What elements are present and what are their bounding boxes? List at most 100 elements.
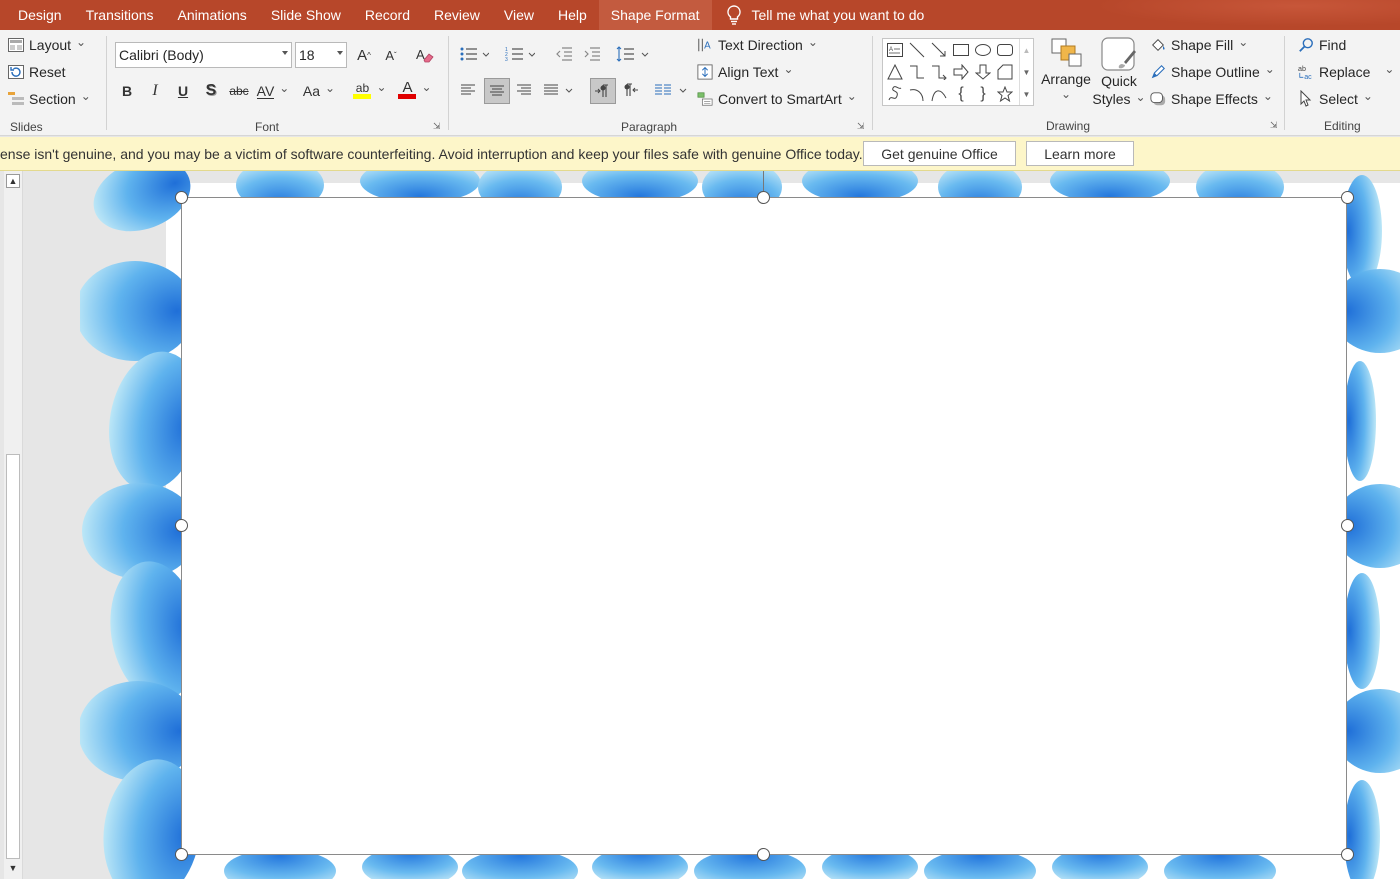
text-direction-button[interactable]: A Text Direction [697,37,818,53]
rounded-rectangle-shape-icon[interactable] [995,40,1015,60]
clear-formatting-button[interactable]: A [413,43,437,67]
tell-me-search[interactable]: Tell me what you want to do [726,0,924,30]
decrease-indent-icon [556,47,572,61]
increase-indent-button[interactable] [581,43,603,65]
scroll-down-arrow-icon[interactable]: ▼ [6,861,20,875]
resize-handle-top-right[interactable] [1341,191,1354,204]
align-center-icon [490,85,504,96]
scrollbar-thumb[interactable] [6,454,20,859]
resize-handle-top-left[interactable] [175,191,188,204]
shrink-font-button[interactable]: Aˇ [380,43,402,67]
grow-font-icon: A [357,46,368,64]
get-genuine-office-button[interactable]: Get genuine Office [863,141,1016,166]
tab-review[interactable]: Review [422,0,492,30]
shapes-gallery[interactable]: A { } ▲ ▼ ▼ [882,38,1034,106]
tab-animations[interactable]: Animations [166,0,259,30]
ribbon: Layout Reset Section Slides Calibri (Bod… [0,30,1400,136]
gallery-more-icon[interactable]: ▼ [1019,83,1033,105]
drawing-dialog-launcher-icon[interactable] [1270,120,1280,130]
oval-shape-icon[interactable] [973,40,993,60]
tab-view[interactable]: View [492,0,546,30]
slides-group-label: Slides [10,120,43,134]
section-button[interactable]: Section [8,91,91,107]
grow-font-button[interactable]: A ^ [353,43,375,67]
align-text-button[interactable]: Align Text [697,64,794,80]
scroll-up-arrow-icon[interactable]: ▲ [6,174,20,188]
line-shape-icon[interactable] [907,40,927,60]
character-spacing-button[interactable]: AV [255,79,291,103]
underline-button[interactable]: U [173,79,193,103]
arrow-line-shape-icon[interactable] [929,40,949,60]
change-case-button[interactable]: Aa [301,79,337,103]
gallery-scroll-up-icon[interactable]: ▲ [1019,39,1033,61]
triangle-shape-icon[interactable] [885,62,905,82]
ribbon-tab-bar: Design Transitions Animations Slide Show… [0,0,1400,30]
find-button[interactable]: Find [1298,37,1346,53]
shape-outline-button[interactable]: Shape Outline [1150,64,1275,80]
left-brace-shape-icon[interactable]: { [951,84,971,104]
font-name-dropdown[interactable]: Calibri (Body) [115,42,292,68]
right-to-left-button[interactable] [619,79,641,101]
reset-button[interactable]: Reset [8,64,66,80]
text-shadow-button[interactable]: S [201,79,221,103]
tab-design[interactable]: Design [0,0,74,30]
star-shape-icon[interactable] [995,84,1015,104]
resize-handle-left[interactable] [175,519,188,532]
learn-more-button[interactable]: Learn more [1026,141,1134,166]
text-box-shape-icon[interactable]: A [885,40,905,60]
align-left-button[interactable] [457,79,479,101]
selected-rectangle-shape[interactable] [181,197,1347,855]
bold-button[interactable]: B [117,79,137,103]
increase-indent-icon [584,47,600,61]
paragraph-dialog-launcher-icon[interactable] [857,121,867,131]
font-dialog-launcher-icon[interactable] [433,121,443,131]
scribble-shape-icon[interactable] [885,84,905,104]
freeform-shape-icon[interactable] [995,62,1015,82]
tab-shape-format[interactable]: Shape Format [598,0,712,30]
gallery-scroll-down-icon[interactable]: ▼ [1019,61,1033,83]
tab-record[interactable]: Record [353,0,422,30]
rectangle-shape-icon[interactable] [951,40,971,60]
select-button[interactable]: Select [1298,90,1373,107]
convert-smartart-button[interactable]: Convert to SmartArt [697,91,857,107]
elbow-arrow-connector-shape-icon[interactable] [929,62,949,82]
resize-handle-bottom-right[interactable] [1341,848,1354,861]
resize-handle-bottom-left[interactable] [175,848,188,861]
align-center-button[interactable] [484,78,510,104]
shape-effects-button[interactable]: Shape Effects [1150,91,1273,107]
tab-slide-show[interactable]: Slide Show [259,0,353,30]
vertical-scrollbar[interactable]: ▲ ▼ [4,171,23,879]
align-right-button[interactable] [513,79,535,101]
tab-transitions[interactable]: Transitions [74,0,166,30]
resize-handle-bottom[interactable] [757,848,770,861]
resize-handle-right[interactable] [1341,519,1354,532]
resize-handle-top[interactable] [757,191,770,204]
quick-styles-button[interactable]: Quick Styles [1092,36,1144,111]
numbering-button[interactable]: 123 [503,43,537,65]
curve-shape-icon[interactable] [929,84,949,104]
strikethrough-button[interactable]: abc [227,79,251,103]
bullets-button[interactable] [457,43,491,65]
decrease-indent-button[interactable] [553,43,575,65]
line-spacing-button[interactable] [615,43,651,65]
down-arrow-shape-icon[interactable] [973,62,993,82]
left-to-right-button[interactable] [590,78,616,104]
font-color-button[interactable]: A [395,78,435,102]
elbow-connector-shape-icon[interactable] [907,62,927,82]
italic-button[interactable]: I [145,79,165,103]
tab-help[interactable]: Help [546,0,599,30]
right-to-left-icon [624,83,638,96]
right-arrow-shape-icon[interactable] [951,62,971,82]
right-brace-shape-icon[interactable]: } [973,84,993,104]
arrange-button[interactable]: Arrange [1040,36,1092,108]
highlight-color-button[interactable]: ab [351,78,389,102]
justify-button[interactable] [541,79,575,101]
shape-fill-button[interactable]: Shape Fill [1150,37,1248,53]
title-bar-decoration [1060,0,1400,30]
replace-button[interactable]: ab ac Replace [1298,64,1394,81]
license-warning-bar: ense isn't genuine, and you may be a vic… [0,137,1400,171]
font-size-dropdown[interactable]: 18 [295,42,347,68]
columns-button[interactable] [653,79,689,101]
arc-shape-icon[interactable] [907,84,927,104]
layout-button[interactable]: Layout [8,37,86,53]
